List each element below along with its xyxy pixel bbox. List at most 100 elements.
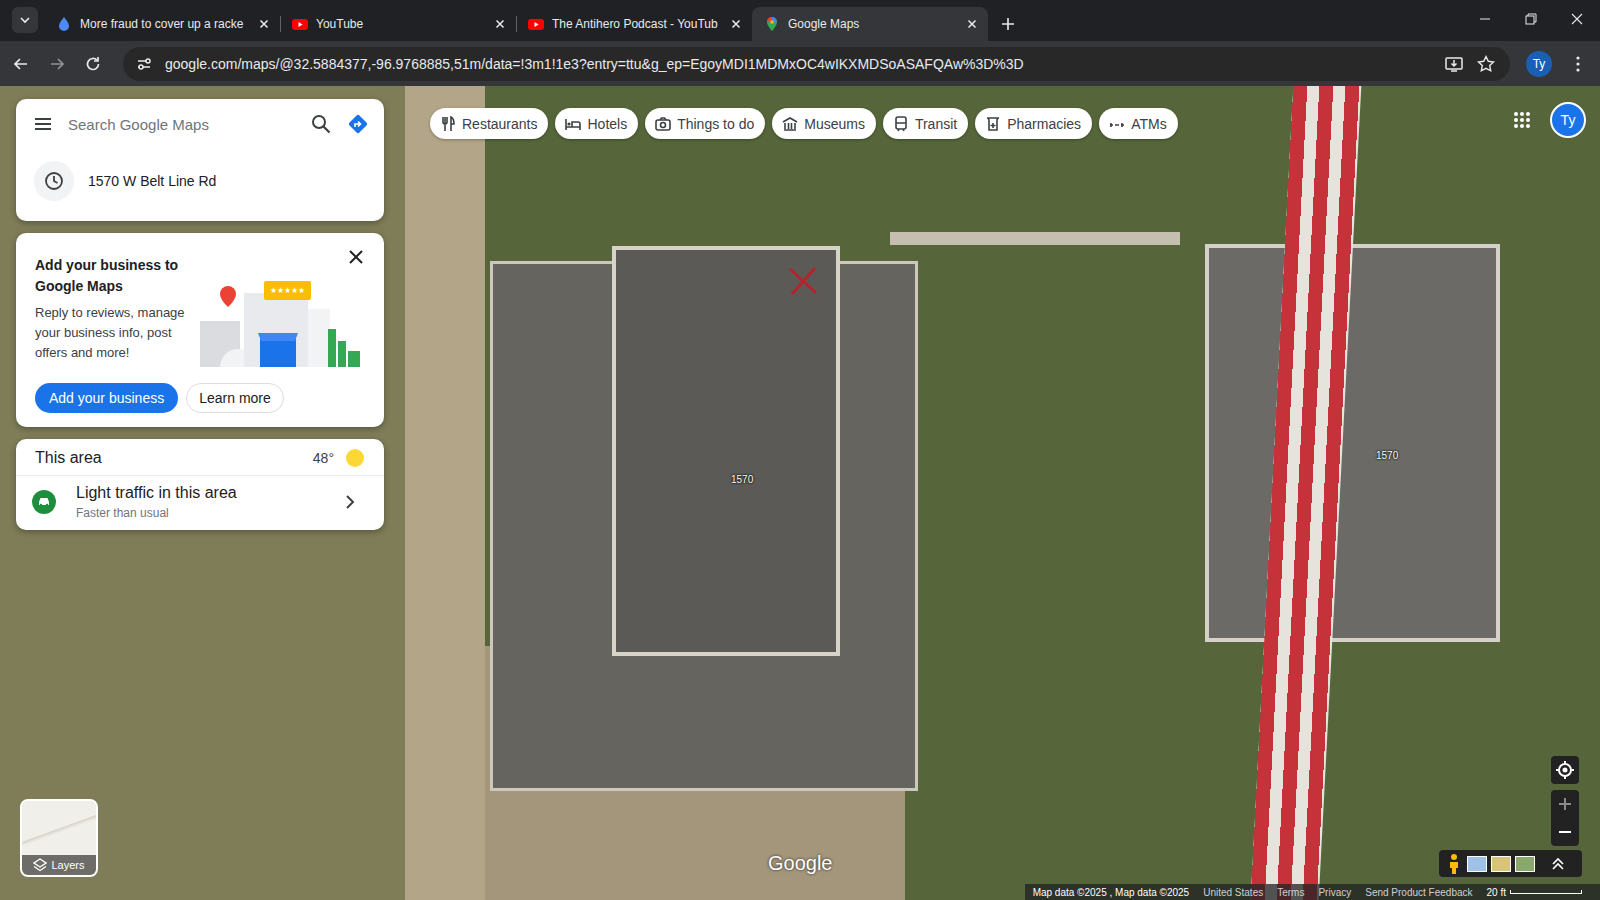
close-window-icon[interactable] <box>1554 4 1600 34</box>
side-panel: Search Google Maps 1570 W Belt Line Rd Add… <box>16 99 384 530</box>
footer-link[interactable]: Privacy <box>1318 887 1351 898</box>
close-icon[interactable] <box>728 16 744 32</box>
tab-strip: More fraud to cover up a racke YouTube The… <box>0 0 1600 41</box>
minus-icon <box>1558 825 1572 839</box>
crosshair-icon <box>1555 760 1575 780</box>
back-icon[interactable] <box>11 54 31 74</box>
business-illustration: ★★★★★ <box>200 269 368 373</box>
account-area: Ty <box>1512 102 1586 138</box>
car-icon <box>32 490 56 514</box>
install-icon[interactable] <box>1444 54 1464 74</box>
footer-link[interactable]: United States <box>1203 887 1263 898</box>
window-controls <box>1462 4 1600 34</box>
tab-title: More fraud to cover up a racke <box>80 17 248 31</box>
address-label[interactable]: 1570 <box>731 474 753 485</box>
browser-tab[interactable]: YouTube <box>280 7 516 41</box>
tab-search-button[interactable] <box>12 7 38 33</box>
browser-tab[interactable]: More fraud to cover up a racke <box>44 7 280 41</box>
category-chip[interactable]: Museums <box>772 108 876 139</box>
pegman-icon[interactable] <box>1445 853 1463 875</box>
footer-link[interactable]: Send Product Feedback <box>1365 887 1472 898</box>
footer-link[interactable]: Map data ©2025 , Map data ©2025 <box>1033 887 1190 898</box>
zoom-controls <box>1551 790 1579 846</box>
map-controls <box>1551 756 1579 846</box>
chevron-down-icon <box>18 13 32 27</box>
expand-icon[interactable] <box>1551 857 1565 871</box>
browser-window: More fraud to cover up a racke YouTube The… <box>0 0 1600 900</box>
address-label[interactable]: 1570 <box>1376 450 1398 461</box>
restore-icon[interactable] <box>1508 4 1554 34</box>
recent-search[interactable]: 1570 W Belt Line Rd <box>16 149 384 221</box>
forward-icon[interactable] <box>47 54 67 74</box>
minimize-icon[interactable] <box>1462 4 1508 34</box>
layers-icon <box>33 858 47 872</box>
youtube-icon <box>528 16 544 32</box>
url-text: google.com/maps/@32.5884377,-96.9768885,… <box>165 56 1432 72</box>
transit-icon <box>893 116 909 132</box>
scale-bar[interactable]: 20 ft <box>1487 887 1582 898</box>
toolbar: google.com/maps/@32.5884377,-96.9768885,… <box>0 41 1600 86</box>
search-placeholder[interactable]: Search Google Maps <box>68 116 296 133</box>
category-chip[interactable]: Things to do <box>645 108 765 139</box>
profile-avatar[interactable]: Ty <box>1526 51 1552 77</box>
youtube-icon <box>292 16 308 32</box>
menu-dots-icon[interactable] <box>1568 54 1588 74</box>
red-x-mark <box>786 264 820 298</box>
reload-icon[interactable] <box>83 54 103 74</box>
maps-icon <box>764 16 780 32</box>
camera-icon <box>655 116 671 132</box>
category-chip[interactable]: Transit <box>883 108 968 139</box>
museum-icon <box>782 116 798 132</box>
view-options <box>1439 850 1582 877</box>
restaurant-icon <box>440 116 456 132</box>
address-bar[interactable]: google.com/maps/@32.5884377,-96.9768885,… <box>123 47 1510 81</box>
close-icon[interactable] <box>256 16 272 32</box>
plus-icon <box>1558 797 1572 811</box>
tab-title: The Antihero Podcast - YouTub <box>552 17 720 31</box>
category-chips: RestaurantsHotelsThings to doMuseumsTran… <box>430 108 1178 139</box>
drive-icon <box>56 16 72 32</box>
site-info-icon[interactable] <box>135 55 153 73</box>
category-chip[interactable]: Pharmacies <box>975 108 1092 139</box>
attribution-bar: Map data ©2025 , Map data ©2025 United St… <box>1025 884 1600 900</box>
promo-title: Add your business to Google Maps <box>35 255 194 297</box>
hamburger-icon[interactable] <box>32 113 54 135</box>
directions-icon[interactable] <box>346 112 370 136</box>
pharmacy-icon <box>985 116 1001 132</box>
category-chip[interactable]: ATMs <box>1099 108 1178 139</box>
add-business-button[interactable]: Add your business <box>35 383 178 413</box>
browser-tab[interactable]: The Antihero Podcast - YouTub <box>516 7 752 41</box>
category-chip[interactable]: Restaurants <box>430 108 548 139</box>
search-card: Search Google Maps 1570 W Belt Line Rd <box>16 99 384 221</box>
history-icon <box>43 170 65 192</box>
close-icon[interactable] <box>964 16 980 32</box>
account-avatar[interactable]: Ty <box>1550 102 1586 138</box>
zoom-in-button[interactable] <box>1551 790 1579 818</box>
my-location-button[interactable] <box>1551 756 1579 784</box>
zoom-out-button[interactable] <box>1551 818 1579 846</box>
imagery-thumbnail[interactable] <box>1467 856 1487 872</box>
close-icon[interactable] <box>492 16 508 32</box>
layers-button[interactable]: Layers <box>20 799 98 877</box>
sun-icon <box>346 449 364 467</box>
browser-tab[interactable]: Google Maps <box>752 7 988 41</box>
search-icon[interactable] <box>310 113 332 135</box>
chevron-right-icon[interactable] <box>340 492 360 512</box>
temperature: 48° <box>313 450 334 466</box>
tab-title: YouTube <box>316 17 484 31</box>
search-box[interactable]: Search Google Maps <box>16 99 384 149</box>
category-chip[interactable]: Hotels <box>555 108 638 139</box>
imagery-thumbnail[interactable] <box>1515 856 1535 872</box>
imagery-thumbnail[interactable] <box>1491 856 1511 872</box>
learn-more-button[interactable]: Learn more <box>186 383 284 413</box>
atm-icon <box>1109 116 1125 132</box>
apps-grid-icon[interactable] <box>1512 110 1532 130</box>
rating-badge: ★★★★★ <box>264 281 311 300</box>
new-tab-icon[interactable] <box>998 14 1018 34</box>
map-view[interactable]: 1570 1570 Search Google Maps 1570 W Belt Li… <box>0 86 1600 900</box>
close-icon[interactable] <box>346 247 366 267</box>
bookmark-star-icon[interactable] <box>1476 54 1496 74</box>
footer-link[interactable]: Terms <box>1277 887 1304 898</box>
traffic-row[interactable]: Light traffic in this areaFaster than us… <box>16 476 384 530</box>
tab-title: Google Maps <box>788 17 956 31</box>
